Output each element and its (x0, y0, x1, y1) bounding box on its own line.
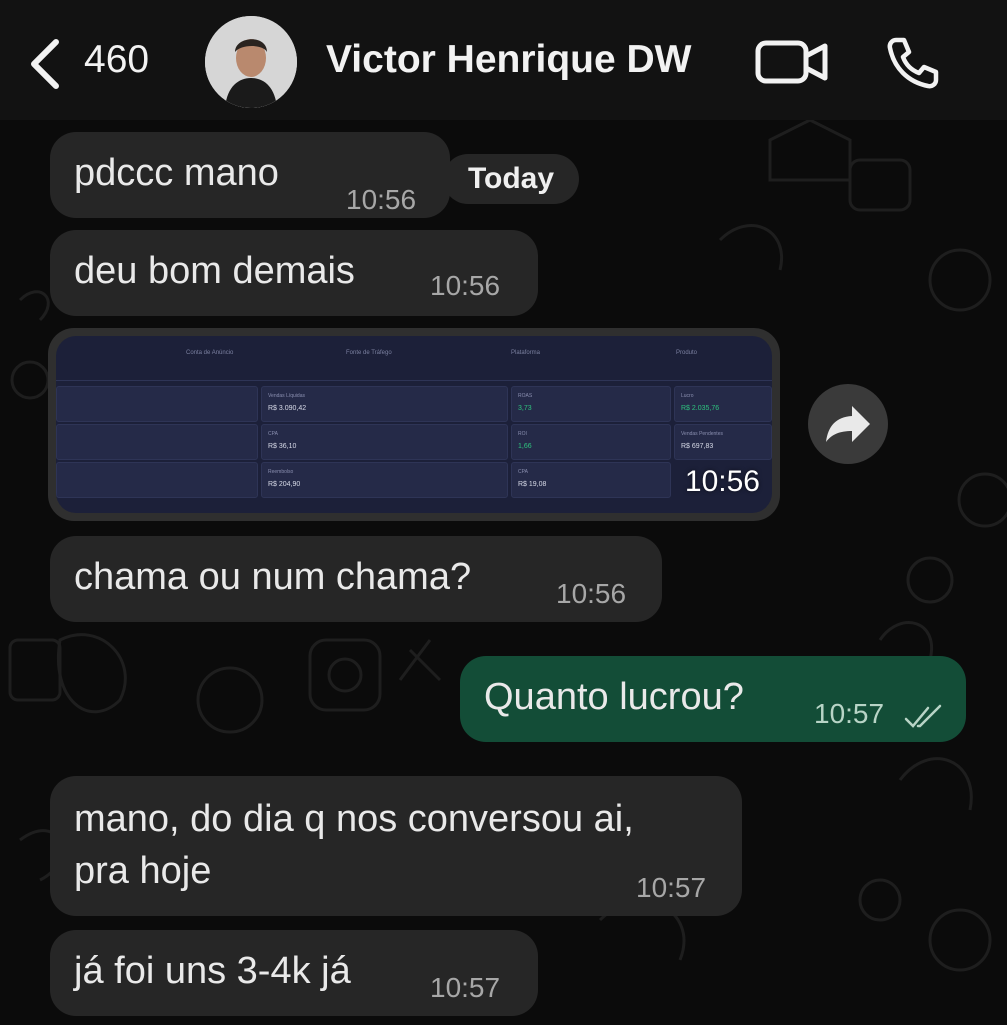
message-bubble-incoming[interactable]: mano, do dia q nos conversou ai, pra hoj… (50, 776, 742, 916)
message-text: mano, do dia q nos conversou ai, (74, 798, 634, 840)
chat-header: 460 Victor Henrique DW (0, 0, 1007, 120)
message-text: pdccc mano (74, 152, 279, 194)
dashboard-value: R$ 2.035,76 (681, 405, 720, 412)
message-time: 10:57 (636, 872, 707, 903)
message-bubble-incoming[interactable]: já foi uns 3-4k já 10:57 (50, 930, 538, 1016)
message-text: chama ou num chama? (74, 556, 472, 598)
phone-call-icon[interactable] (884, 34, 942, 92)
image-message[interactable]: Conta de Anúncio Fonte de Tráfego Plataf… (48, 328, 780, 521)
read-receipt-icon (904, 698, 944, 741)
dashboard-value: R$ 19,08 (518, 481, 547, 488)
dashboard-value: 1,66 (518, 443, 532, 450)
unread-count[interactable]: 460 (84, 38, 149, 82)
message-bubble-outgoing[interactable]: Quanto lucrou? 10:57 (460, 656, 966, 742)
video-call-icon[interactable] (755, 38, 829, 86)
back-chevron-icon[interactable] (26, 36, 66, 92)
dashboard-value: R$ 36,10 (268, 443, 297, 450)
contact-name[interactable]: Victor Henrique DW (326, 38, 692, 82)
dashboard-value: R$ 697,83 (681, 443, 714, 450)
message-time: 10:56 (346, 184, 417, 215)
shared-screenshot-image[interactable]: Conta de Anúncio Fonte de Tráfego Plataf… (56, 336, 772, 513)
message-time: 10:57 (814, 698, 885, 729)
forward-icon[interactable] (808, 384, 888, 464)
message-text: já foi uns 3-4k já (74, 950, 351, 992)
dashboard-value: R$ 204,90 (268, 481, 301, 488)
message-bubble-incoming[interactable]: pdccc mano 10:56 (50, 132, 450, 218)
message-time: 10:56 (556, 578, 627, 609)
message-bubble-incoming[interactable]: chama ou num chama? 10:56 (50, 536, 662, 622)
avatar[interactable] (205, 16, 297, 108)
message-time: 10:56 (430, 270, 501, 301)
message-text: Quanto lucrou? (484, 676, 744, 718)
chat-area[interactable]: Today pdccc mano 10:56 deu bom demais 10… (0, 120, 1007, 1025)
date-separator: Today (443, 154, 579, 204)
message-text: deu bom demais (74, 250, 355, 292)
message-bubble-incoming[interactable]: deu bom demais 10:56 (50, 230, 538, 316)
message-time: 10:57 (430, 972, 501, 1003)
dashboard-value: R$ 3.090,42 (268, 405, 307, 412)
message-time: 10:56 (684, 465, 760, 498)
message-text-line2: pra hoje (74, 850, 212, 892)
dashboard-value: 3,73 (518, 405, 532, 412)
